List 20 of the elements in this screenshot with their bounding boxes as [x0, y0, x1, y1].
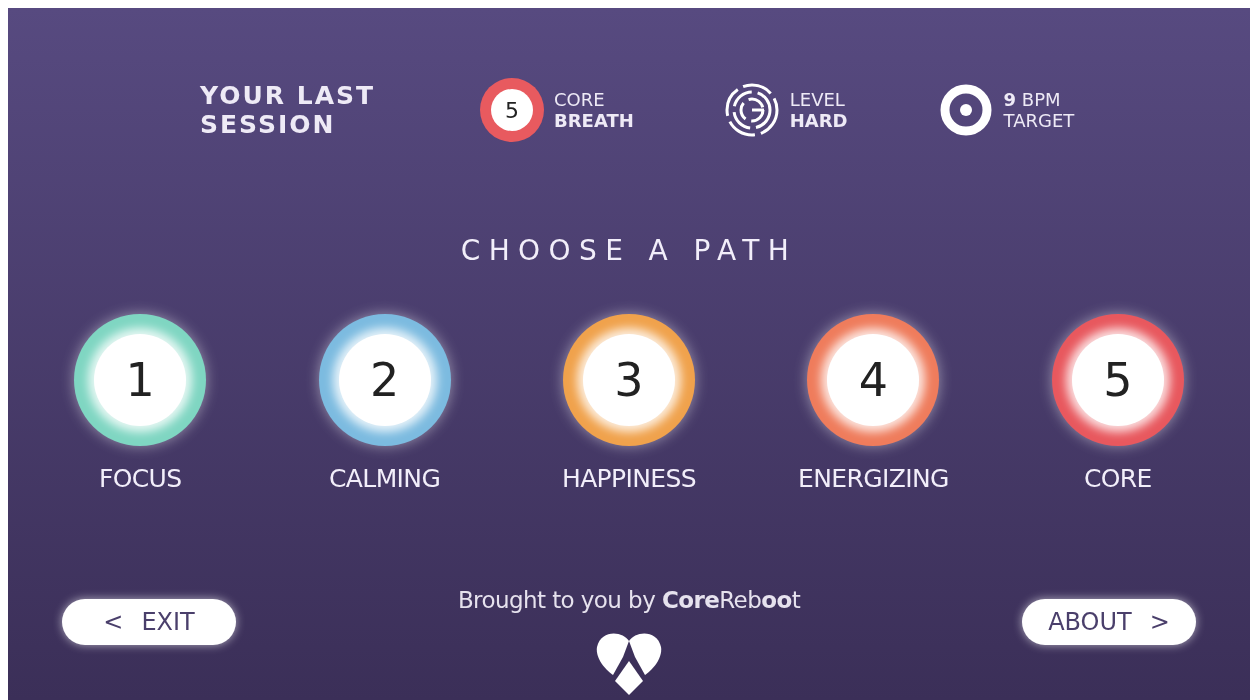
session-stat: 9 BPM TARGET [1003, 89, 1075, 131]
path-button[interactable]: 4 [807, 314, 940, 446]
path-button[interactable]: 5 [1051, 314, 1184, 446]
path-label: HAPPINESS [561, 463, 696, 495]
exit-button[interactable]: < EXIT [62, 598, 236, 645]
path-label: CORE [1083, 463, 1152, 495]
maze-icon [723, 82, 780, 138]
session-stat: LEVEL HARD [789, 89, 848, 131]
path-label: ENERGIZING [798, 463, 949, 495]
path-label: CALMING [329, 463, 441, 495]
heading: CHOOSE A PATH [459, 233, 799, 269]
path-button[interactable]: 2 [318, 314, 451, 446]
path-button[interactable]: 1 [74, 314, 207, 446]
credit-text: Brought to you by CoreReboot [457, 585, 801, 615]
path-button[interactable]: 3 [563, 314, 695, 446]
session-stat: CORE BREATH [554, 89, 634, 131]
path-badge: 5 [480, 78, 544, 142]
about-button[interactable]: ABOUT > [1022, 598, 1196, 645]
section-title: YOUR LAST SESSION [200, 81, 377, 139]
path-label: FOCUS [98, 463, 182, 495]
